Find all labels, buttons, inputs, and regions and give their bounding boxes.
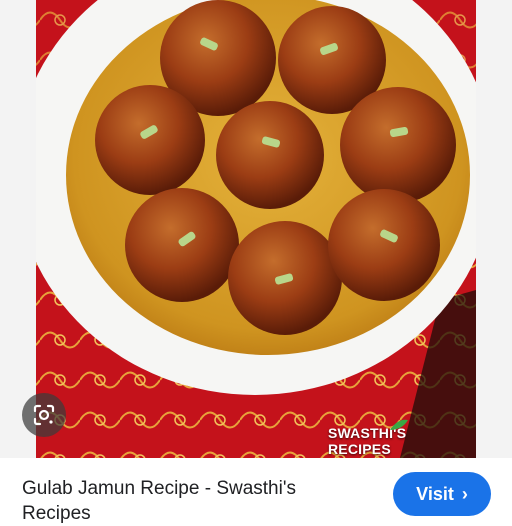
source-watermark: SWASTHI'S RECIPES	[328, 419, 468, 457]
image-frame-left	[0, 0, 36, 458]
visit-button[interactable]: Visit ›	[393, 472, 491, 516]
result-image[interactable]	[0, 0, 512, 458]
leaf-icon	[390, 419, 408, 430]
image-frame-right	[476, 0, 512, 458]
chevron-right-icon: ›	[461, 483, 468, 504]
result-title[interactable]: Gulab Jamun Recipe - Swasthi's Recipes	[22, 476, 352, 526]
google-lens-button[interactable]	[22, 393, 66, 437]
google-lens-icon	[33, 404, 55, 426]
visit-label: Visit	[416, 483, 454, 504]
